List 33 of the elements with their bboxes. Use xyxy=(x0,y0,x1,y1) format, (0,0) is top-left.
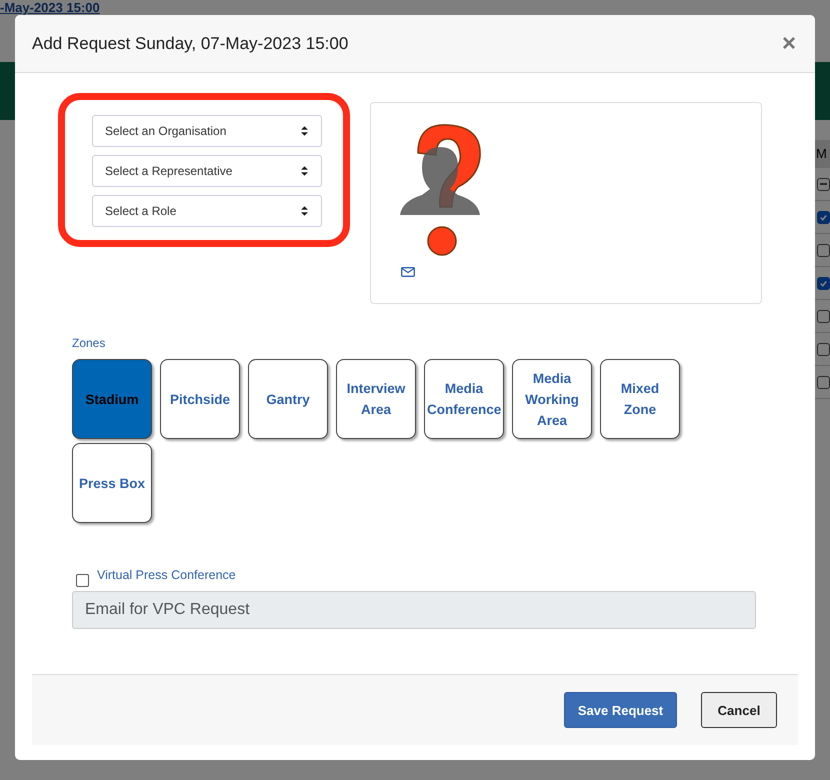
zone-tile[interactable]: Stadium xyxy=(72,359,152,439)
zone-tile[interactable]: Pitchside xyxy=(160,359,240,439)
mail-icon[interactable] xyxy=(401,267,415,277)
date-link[interactable]: -May-2023 15:00 xyxy=(0,1,100,15)
email-field[interactable]: Email for VPC Request xyxy=(72,591,756,629)
sort-caret-icon xyxy=(300,125,309,137)
vpc-label[interactable]: Virtual Press Conference xyxy=(97,568,236,582)
sort-caret-icon xyxy=(300,165,309,177)
zone-tile[interactable]: Press Box xyxy=(72,443,152,523)
zone-tile[interactable]: Media Conference xyxy=(424,359,504,439)
check-icon xyxy=(819,212,828,222)
zone-tile[interactable]: Interview Area xyxy=(336,359,416,439)
select-field[interactable]: Select a Role xyxy=(92,195,322,227)
cancel-button[interactable]: Cancel xyxy=(701,692,777,728)
close-button[interactable]: × xyxy=(780,32,798,56)
zones-label: Zones xyxy=(72,336,106,350)
sort-caret-icon xyxy=(300,205,309,217)
vpc-checkbox[interactable] xyxy=(76,574,89,587)
row-checkbox[interactable] xyxy=(817,178,830,190)
select-field[interactable]: Select an Organisation xyxy=(92,115,322,147)
select-field[interactable]: Select a Representative xyxy=(92,155,322,187)
save-button[interactable]: Save Request xyxy=(564,692,677,728)
zone-tile[interactable]: Gantry xyxy=(248,359,328,439)
row-checkbox[interactable] xyxy=(817,342,830,356)
row-checkbox[interactable] xyxy=(817,210,830,224)
zone-tile[interactable]: Mixed Zone xyxy=(600,359,680,439)
row-checkbox[interactable] xyxy=(817,276,830,290)
zone-tile[interactable]: Media Working Area xyxy=(512,359,592,439)
row-checkbox[interactable] xyxy=(817,376,830,388)
check-icon xyxy=(819,278,828,288)
row-checkbox[interactable] xyxy=(817,310,830,322)
row-checkbox[interactable] xyxy=(817,244,830,256)
modal-title: Add Request Sunday, 07-May-2023 15:00 xyxy=(32,34,348,54)
